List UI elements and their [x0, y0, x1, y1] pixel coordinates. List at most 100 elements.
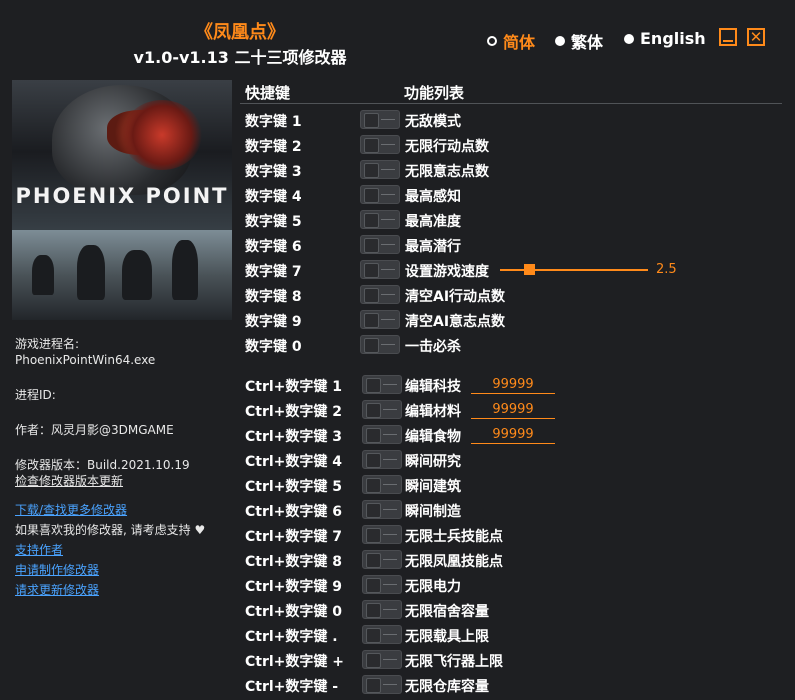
hotkey-label: Ctrl+数字键 0: [245, 604, 343, 620]
cheat-toggle[interactable]: [362, 650, 402, 669]
hotkey-label: Ctrl+数字键 4: [245, 454, 343, 470]
toggle-knob: [364, 313, 379, 328]
cheat-toggle[interactable]: [362, 675, 402, 694]
cheat-toggle[interactable]: [362, 375, 402, 394]
function-label: 无限士兵技能点: [405, 529, 503, 545]
cheat-toggle[interactable]: [362, 425, 402, 444]
function-label: 无限载具上限: [405, 629, 489, 645]
hotkey-label: 数字键 2: [245, 139, 302, 155]
cheat-row: Ctrl+数字键 8 无限凤凰技能点: [245, 549, 785, 571]
toggle-knob: [366, 628, 381, 643]
function-label: 无敌模式: [405, 114, 461, 130]
cheat-toggle[interactable]: [362, 400, 402, 419]
hotkey-label: Ctrl+数字键 .: [245, 629, 338, 645]
lang-english[interactable]: English: [624, 29, 706, 48]
hotkey-label: 数字键 6: [245, 239, 302, 255]
toggle-knob: [364, 188, 379, 203]
function-label: 最高潜行: [405, 239, 461, 255]
cheat-toggle[interactable]: [362, 450, 402, 469]
cheat-row: 数字键 8 清空AI行动点数: [245, 284, 785, 306]
cheat-toggle[interactable]: [362, 625, 402, 644]
cheat-toggle[interactable]: [362, 575, 402, 594]
cheat-toggle[interactable]: [362, 600, 402, 619]
cheat-toggle[interactable]: [362, 475, 402, 494]
value-input[interactable]: 99999: [471, 377, 555, 394]
cheat-toggle[interactable]: [360, 135, 400, 154]
function-label: 清空AI意志点数: [405, 314, 506, 330]
hotkey-label: Ctrl+数字键 -: [245, 679, 339, 695]
toggle-knob: [364, 238, 379, 253]
function-label: 无限仓库容量: [405, 679, 489, 695]
toggle-track: [383, 509, 397, 510]
lang-simplified[interactable]: 简体: [487, 29, 535, 53]
toggle-track: [381, 119, 395, 120]
download-more-link[interactable]: 下载/查找更多修改器: [15, 502, 127, 518]
check-update-link[interactable]: 检查修改器版本更新: [15, 473, 123, 489]
toggle-knob: [366, 678, 381, 693]
request-custom-link[interactable]: 申请制作修改器: [15, 562, 99, 578]
value-input[interactable]: 99999: [471, 427, 555, 444]
toggle-track: [383, 584, 397, 585]
hotkey-label: Ctrl+数字键 9: [245, 579, 343, 595]
toggle-knob: [366, 653, 381, 668]
cheat-toggle[interactable]: [360, 260, 400, 279]
function-label: 无限电力: [405, 579, 461, 595]
request-update-link[interactable]: 请求更新修改器: [15, 582, 99, 598]
radio-selected-icon: [487, 36, 497, 46]
cheat-toggle[interactable]: [362, 525, 402, 544]
cheat-row: Ctrl+数字键 7 无限士兵技能点: [245, 524, 785, 546]
function-label: 瞬间建筑: [405, 479, 461, 495]
cheat-row: 数字键 7 设置游戏速度 2.5: [245, 259, 785, 281]
cheat-toggle[interactable]: [360, 210, 400, 229]
toggle-track: [383, 459, 397, 460]
slider-value: 2.5: [656, 262, 677, 277]
function-label: 设置游戏速度: [405, 264, 489, 280]
cheat-row: 数字键 4 最高感知: [245, 184, 785, 206]
radio-icon: [555, 36, 565, 46]
toggle-knob: [366, 453, 381, 468]
toggle-track: [381, 269, 395, 270]
glow-art: [122, 100, 202, 170]
hotkey-label: Ctrl+数字键 1: [245, 379, 343, 395]
cheat-row: 数字键 3 无限意志点数: [245, 159, 785, 181]
cheat-toggle[interactable]: [362, 550, 402, 569]
support-author-link[interactable]: 支持作者: [15, 542, 63, 558]
toggle-track: [383, 484, 397, 485]
toggle-track: [383, 634, 397, 635]
toggle-knob: [364, 263, 379, 278]
cheat-row: Ctrl+数字键 0 无限宿舍容量: [245, 599, 785, 621]
minimize-button[interactable]: [719, 28, 737, 46]
cheat-row: Ctrl+数字键 5 瞬间建筑: [245, 474, 785, 496]
cheat-toggle[interactable]: [360, 285, 400, 304]
cheat-row: Ctrl+数字键 1 编辑科技 99999: [245, 374, 785, 396]
function-label: 编辑材料: [405, 404, 461, 420]
cheat-toggle[interactable]: [360, 310, 400, 329]
cheat-toggle[interactable]: [360, 235, 400, 254]
cheat-toggle[interactable]: [360, 335, 400, 354]
cheat-row: 数字键 1 无敌模式: [245, 109, 785, 131]
toggle-knob: [364, 138, 379, 153]
cheat-row: Ctrl+数字键 9 无限电力: [245, 574, 785, 596]
value-input[interactable]: 99999: [471, 402, 555, 419]
hotkey-label: 数字键 5: [245, 214, 302, 230]
cheat-toggle[interactable]: [360, 185, 400, 204]
hotkey-label: 数字键 1: [245, 114, 302, 130]
toggle-knob: [366, 553, 381, 568]
cheat-toggle[interactable]: [360, 110, 400, 129]
toggle-knob: [366, 603, 381, 618]
heart-icon: ♥: [194, 523, 206, 537]
slider-thumb[interactable]: [524, 264, 535, 275]
hotkey-label: 数字键 8: [245, 289, 302, 305]
close-button[interactable]: ✕: [747, 28, 765, 46]
cheat-row: Ctrl+数字键 2 编辑材料 99999: [245, 399, 785, 421]
toggle-knob: [366, 478, 381, 493]
cheat-toggle[interactable]: [360, 160, 400, 179]
toggle-track: [381, 319, 395, 320]
game-speed-slider[interactable]: [500, 264, 648, 275]
cheat-toggle[interactable]: [362, 500, 402, 519]
toggle-track: [381, 144, 395, 145]
lang-traditional[interactable]: 繁体: [555, 29, 603, 53]
function-label: 无限宿舍容量: [405, 604, 489, 620]
hotkey-label: Ctrl+数字键 8: [245, 554, 343, 570]
toggle-track: [383, 434, 397, 435]
